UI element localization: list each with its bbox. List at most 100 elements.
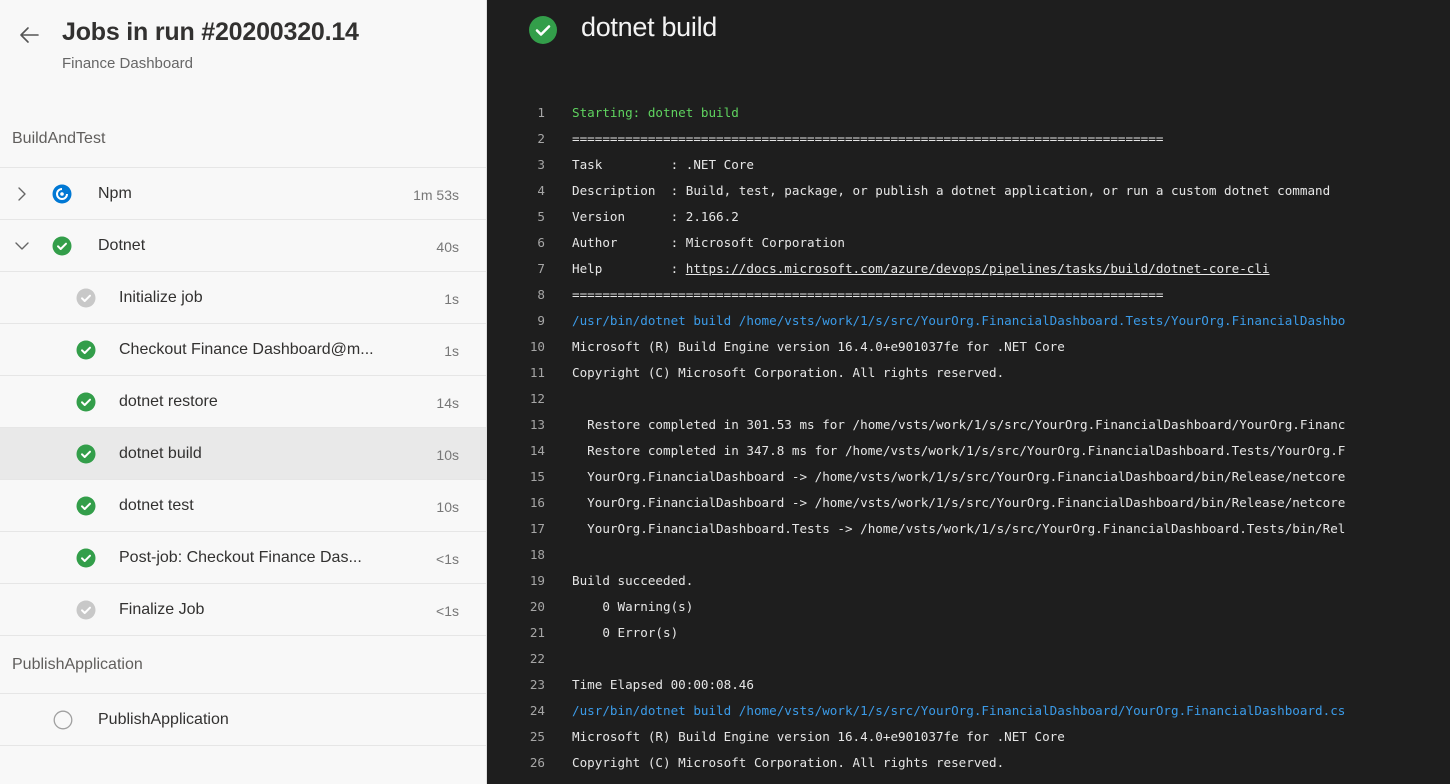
jobs-sidebar: Jobs in run #20200320.14 Finance Dashboa… [0, 0, 487, 784]
line-text: Copyright (C) Microsoft Corporation. All… [572, 365, 1005, 380]
line-number: 2 [537, 131, 545, 146]
log-line: 15 YourOrg.FinancialDashboard -> /home/v… [488, 464, 1450, 490]
step-row[interactable]: dotnet test 10s [0, 480, 486, 532]
job-duration: 40s [436, 239, 459, 255]
line-text: Copyright (C) Microsoft Corporation. All… [572, 755, 1005, 770]
line-number: 19 [529, 573, 545, 588]
back-button[interactable] [14, 20, 44, 50]
line-text: Microsoft (R) Build Engine version 16.4.… [572, 729, 1065, 744]
line-number: 22 [529, 651, 545, 666]
help-link[interactable]: https://docs.microsoft.com/azure/devops/… [686, 261, 1270, 276]
line-text: Help : https://docs.microsoft.com/azure/… [572, 261, 1270, 276]
log-line: 11 Copyright (C) Microsoft Corporation. A… [488, 360, 1450, 386]
log-line: 20 0 Warning(s) [488, 594, 1450, 620]
step-duration: 14s [436, 395, 459, 411]
log-line: 2 =======================================… [488, 126, 1450, 152]
check-circle-icon [76, 340, 96, 360]
log-line: 1 Starting: dotnet build [488, 100, 1450, 126]
line-number: 26 [529, 755, 545, 770]
line-number: 21 [529, 625, 545, 640]
line-number: 10 [529, 339, 545, 354]
log-line: 7 Help : https://docs.microsoft.com/azure… [488, 256, 1450, 282]
line-text: 0 Error(s) [572, 625, 679, 640]
step-row[interactable]: dotnet build 10s [0, 428, 486, 480]
step-label: Initialize job [119, 289, 203, 306]
step-row[interactable]: dotnet restore 14s [0, 376, 486, 428]
line-number: 8 [537, 287, 545, 302]
log-line: 18 [488, 542, 1450, 568]
log-line: 12 [488, 386, 1450, 412]
step-duration: 1s [444, 291, 459, 307]
log-line: 3 Task : .NET Core [488, 152, 1450, 178]
log-title: dotnet build [581, 12, 718, 42]
line-number: 9 [537, 313, 545, 328]
log-panel: dotnet build 1 Starting: dotnet build 2 ===… [488, 0, 1450, 784]
line-text: Description : Build, test, package, or p… [572, 183, 1331, 198]
line-text: Microsoft (R) Build Engine version 16.4.… [572, 339, 1065, 354]
step-duration: <1s [436, 551, 459, 567]
line-number: 13 [529, 417, 545, 432]
step-label: Post-job: Checkout Finance Das... [119, 549, 362, 566]
step-duration: <1s [436, 603, 459, 619]
pipeline-name: Finance Dashboard [62, 55, 193, 72]
step-row[interactable]: Finalize Job <1s [0, 584, 486, 636]
job-row[interactable]: Npm 1m 53s [0, 168, 486, 220]
log-line: 16 YourOrg.FinancialDashboard -> /home/v… [488, 490, 1450, 516]
line-text: YourOrg.FinancialDashboard -> /home/vsts… [572, 469, 1346, 484]
line-text: Build succeeded. [572, 573, 694, 588]
log-line: 4 Description : Build, test, package, or … [488, 178, 1450, 204]
line-number: 3 [537, 157, 545, 172]
line-text: YourOrg.FinancialDashboard -> /home/vsts… [572, 495, 1346, 510]
step-duration: 1s [444, 343, 459, 359]
line-number: 4 [537, 183, 545, 198]
log-line: 22 [488, 646, 1450, 672]
line-text: /usr/bin/dotnet build /home/vsts/work/1/… [572, 313, 1346, 328]
line-text: Restore completed in 347.8 ms for /home/… [572, 443, 1346, 458]
log-line: 13 Restore completed in 301.53 ms for /h… [488, 412, 1450, 438]
job-row[interactable]: PublishApplication [0, 694, 486, 746]
log-line: 6 Author : Microsoft Corporation [488, 230, 1450, 256]
log-line: 19 Build succeeded. [488, 568, 1450, 594]
line-text: ========================================… [572, 131, 1164, 146]
job-duration: 1m 53s [413, 187, 459, 203]
log-lines[interactable]: 1 Starting: dotnet build 2 ================… [488, 100, 1450, 776]
line-text: Restore completed in 301.53 ms for /home… [572, 417, 1346, 432]
check-circle-gray-icon [76, 288, 96, 308]
step-label: dotnet build [119, 445, 202, 462]
line-number: 20 [529, 599, 545, 614]
chevron-down-icon[interactable] [12, 236, 32, 256]
check-circle-icon [76, 496, 96, 516]
check-circle-gray-icon [76, 600, 96, 620]
job-label: PublishApplication [98, 711, 229, 728]
step-row[interactable]: Initialize job 1s [0, 272, 486, 324]
step-row[interactable]: Checkout Finance Dashboard@m... 1s [0, 324, 486, 376]
step-row[interactable]: Post-job: Checkout Finance Das... <1s [0, 532, 486, 584]
line-text: YourOrg.FinancialDashboard.Tests -> /hom… [572, 521, 1346, 536]
log-line: 5 Version : 2.166.2 [488, 204, 1450, 230]
log-line: 10 Microsoft (R) Build Engine version 16.… [488, 334, 1450, 360]
line-number: 6 [537, 235, 545, 250]
log-line: 17 YourOrg.FinancialDashboard.Tests -> /… [488, 516, 1450, 542]
line-text: Time Elapsed 00:00:08.46 [572, 677, 754, 692]
job-row[interactable]: Dotnet 40s [0, 220, 486, 272]
check-circle-icon [52, 236, 72, 256]
line-number: 23 [529, 677, 545, 692]
job-label: Dotnet [98, 237, 146, 254]
step-duration: 10s [436, 499, 459, 515]
line-number: 7 [537, 261, 545, 276]
log-line: 23 Time Elapsed 00:00:08.46 [488, 672, 1450, 698]
log-line: 9/usr/bin/dotnet build /home/vsts/work/1… [488, 308, 1450, 334]
log-line: 25 Microsoft (R) Build Engine version 16.… [488, 724, 1450, 750]
line-text: ========================================… [572, 287, 1164, 302]
check-circle-icon [76, 444, 96, 464]
chevron-right-icon[interactable] [12, 184, 32, 204]
step-label: dotnet test [119, 497, 194, 514]
stage-header: PublishApplication [0, 636, 486, 694]
success-check-icon [529, 16, 557, 44]
log-line: 24/usr/bin/dotnet build /home/vsts/work/… [488, 698, 1450, 724]
running-circle-icon [52, 184, 72, 204]
step-label: dotnet restore [119, 393, 218, 410]
arrow-left-icon [20, 27, 39, 43]
line-number: 17 [529, 521, 545, 536]
empty-circle-icon [53, 710, 73, 730]
